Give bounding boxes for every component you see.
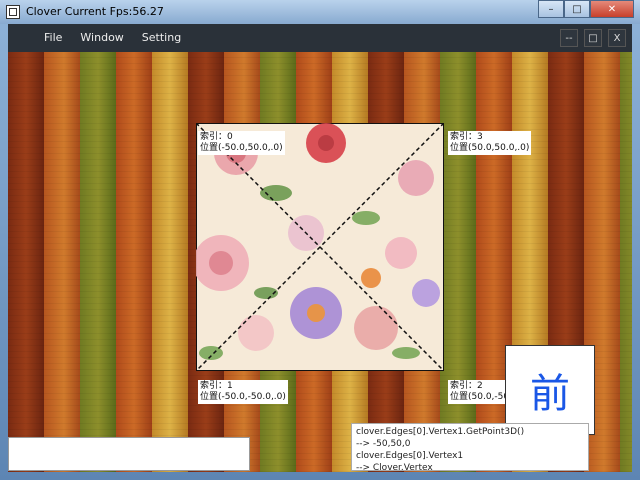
- app-minimize-button[interactable]: --: [560, 29, 578, 47]
- debug-line: --> Clover.Vertex: [356, 463, 433, 471]
- app-maximize-button[interactable]: □: [584, 29, 602, 47]
- debug-line: --> -50,50,0: [356, 439, 411, 449]
- debug-line: clover.Edges[0].Vertex1: [356, 451, 464, 461]
- app-toolbar: File Window Setting -- □ X: [8, 24, 632, 52]
- vertex-3-index: 索引：3: [450, 132, 483, 142]
- app-window: Clover Current Fps:56.27 – □ ✕ File Wind…: [0, 0, 640, 480]
- minimize-button[interactable]: –: [538, 0, 564, 18]
- vertex-1-label: 索引：1 位置(-50.0,-50.0,.0): [198, 380, 288, 404]
- system-buttons: – □ ✕: [538, 0, 634, 18]
- vertex-1-position: 位置(-50.0,-50.0,.0): [200, 392, 286, 402]
- close-button[interactable]: ✕: [590, 0, 634, 18]
- vertex-3-position: 位置(50.0,50.0,.0): [450, 143, 530, 153]
- menu-bar: File Window Setting: [44, 31, 181, 44]
- vertex-0-index: 索引：0: [200, 132, 233, 142]
- floral-paper[interactable]: [196, 123, 444, 371]
- app-window-buttons: -- □ X: [560, 29, 626, 47]
- debug-output: clover.Edges[0].Vertex1.GetPoint3D() -->…: [351, 423, 589, 471]
- vertex-1-index: 索引：1: [200, 381, 233, 391]
- window-title: Clover Current Fps:56.27: [26, 5, 164, 18]
- vertex-3-label: 索引：3 位置(50.0,50.0,.0): [448, 131, 532, 155]
- app-close-button[interactable]: X: [608, 29, 626, 47]
- menu-setting[interactable]: Setting: [142, 31, 181, 44]
- vertex-0-position: 位置(-50.0,50.0,.0): [200, 143, 283, 153]
- menu-window[interactable]: Window: [80, 31, 123, 44]
- input-box[interactable]: [8, 437, 250, 471]
- maximize-button[interactable]: □: [564, 0, 590, 18]
- front-face-indicator: 前: [505, 345, 595, 435]
- debug-line: clover.Edges[0].Vertex1.GetPoint3D(): [356, 427, 525, 437]
- vertex-0-label: 索引：0 位置(-50.0,50.0,.0): [198, 131, 285, 155]
- front-label: 前: [530, 371, 570, 417]
- title-bar[interactable]: Clover Current Fps:56.27 – □ ✕: [0, 0, 640, 24]
- app-icon: [6, 5, 20, 19]
- menu-file[interactable]: File: [44, 31, 62, 44]
